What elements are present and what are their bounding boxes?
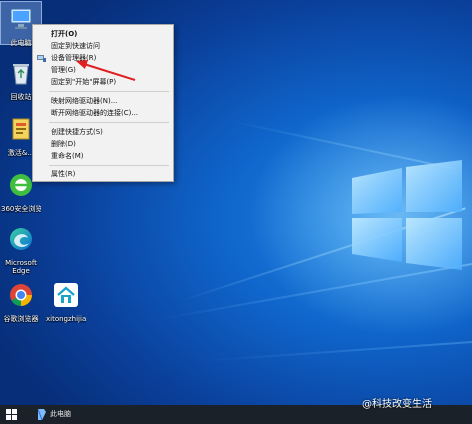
light-beam — [199, 340, 472, 362]
menu-item-label: 打开(O) — [51, 30, 78, 38]
desktop-icon-label: 360安全浏览 — [1, 205, 41, 213]
recycle-bin-icon — [13, 64, 29, 85]
menu-item-delete[interactable]: 删除(D) — [33, 138, 173, 150]
search-pc-icon[interactable] — [36, 408, 48, 421]
menu-item-open[interactable]: 打开(O) — [33, 28, 173, 40]
menu-item-label: 设备管理器(R) — [51, 54, 97, 62]
context-menu: 打开(O) 固定到快速访问 设备管理器(R) 管理(G) 固定到"开始"屏幕(P… — [32, 24, 174, 182]
menu-item-label: 创建快捷方式(S) — [51, 128, 103, 136]
desktop[interactable]: 此电脑 回收站 激活&... 360安全浏览 Microsoft Edge 谷歌… — [0, 0, 472, 424]
menu-separator — [49, 91, 169, 92]
menu-separator — [49, 165, 169, 166]
watermark-text: @科技改变生活 — [362, 399, 432, 410]
menu-item-label: 属性(R) — [51, 170, 76, 178]
desktop-icon-label: 谷歌浏览器 — [3, 315, 39, 323]
menu-separator — [49, 122, 169, 123]
menu-item-label: 固定到"开始"屏幕(P) — [51, 78, 117, 86]
device-manager-icon — [37, 55, 46, 62]
menu-item-label: 断开网络驱动器的连接(C)... — [51, 109, 139, 117]
menu-item-device-manager[interactable]: 设备管理器(R) — [33, 52, 173, 64]
app-icon — [12, 118, 30, 140]
menu-item-disconnect-network-drive[interactable]: 断开网络驱动器的连接(C)... — [33, 107, 173, 119]
menu-item-manage[interactable]: 管理(G) — [33, 64, 173, 76]
360-browser-icon — [10, 174, 32, 196]
desktop-icon-label: xitongzhijia — [46, 315, 86, 323]
windows-start-icon[interactable] — [6, 409, 17, 420]
chrome-icon — [10, 284, 32, 306]
desktop-icon-label: Microsoft Edge — [5, 259, 37, 275]
menu-item-map-network-drive[interactable]: 映射网络驱动器(N)... — [33, 95, 173, 107]
windows-wallpaper-logo — [352, 160, 462, 270]
menu-item-label: 管理(G) — [51, 66, 76, 74]
desktop-icon-chrome[interactable]: 谷歌浏览器 — [1, 282, 41, 323]
watermark: @科技改变生活 — [362, 398, 432, 412]
menu-item-label: 固定到快速访问 — [51, 42, 100, 50]
computer-icon — [10, 8, 32, 29]
menu-item-label: 重命名(M) — [51, 152, 84, 160]
desktop-icon-edge[interactable]: Microsoft Edge — [1, 226, 41, 275]
menu-item-create-shortcut[interactable]: 创建快捷方式(S) — [33, 126, 173, 138]
desktop-icon-xitong[interactable]: xitongzhijia — [46, 282, 86, 323]
menu-item-pin-start[interactable]: 固定到"开始"屏幕(P) — [33, 76, 173, 88]
edge-icon — [10, 228, 32, 250]
menu-item-properties[interactable]: 属性(R) — [33, 168, 173, 180]
menu-item-label: 映射网络驱动器(N)... — [51, 97, 118, 105]
menu-item-label: 删除(D) — [51, 140, 76, 148]
menu-item-pin-quick-access[interactable]: 固定到快速访问 — [33, 40, 173, 52]
taskbar-item-label[interactable]: 此电脑 — [50, 409, 71, 420]
xitong-app-icon — [54, 283, 78, 307]
menu-item-rename[interactable]: 重命名(M) — [33, 150, 173, 162]
